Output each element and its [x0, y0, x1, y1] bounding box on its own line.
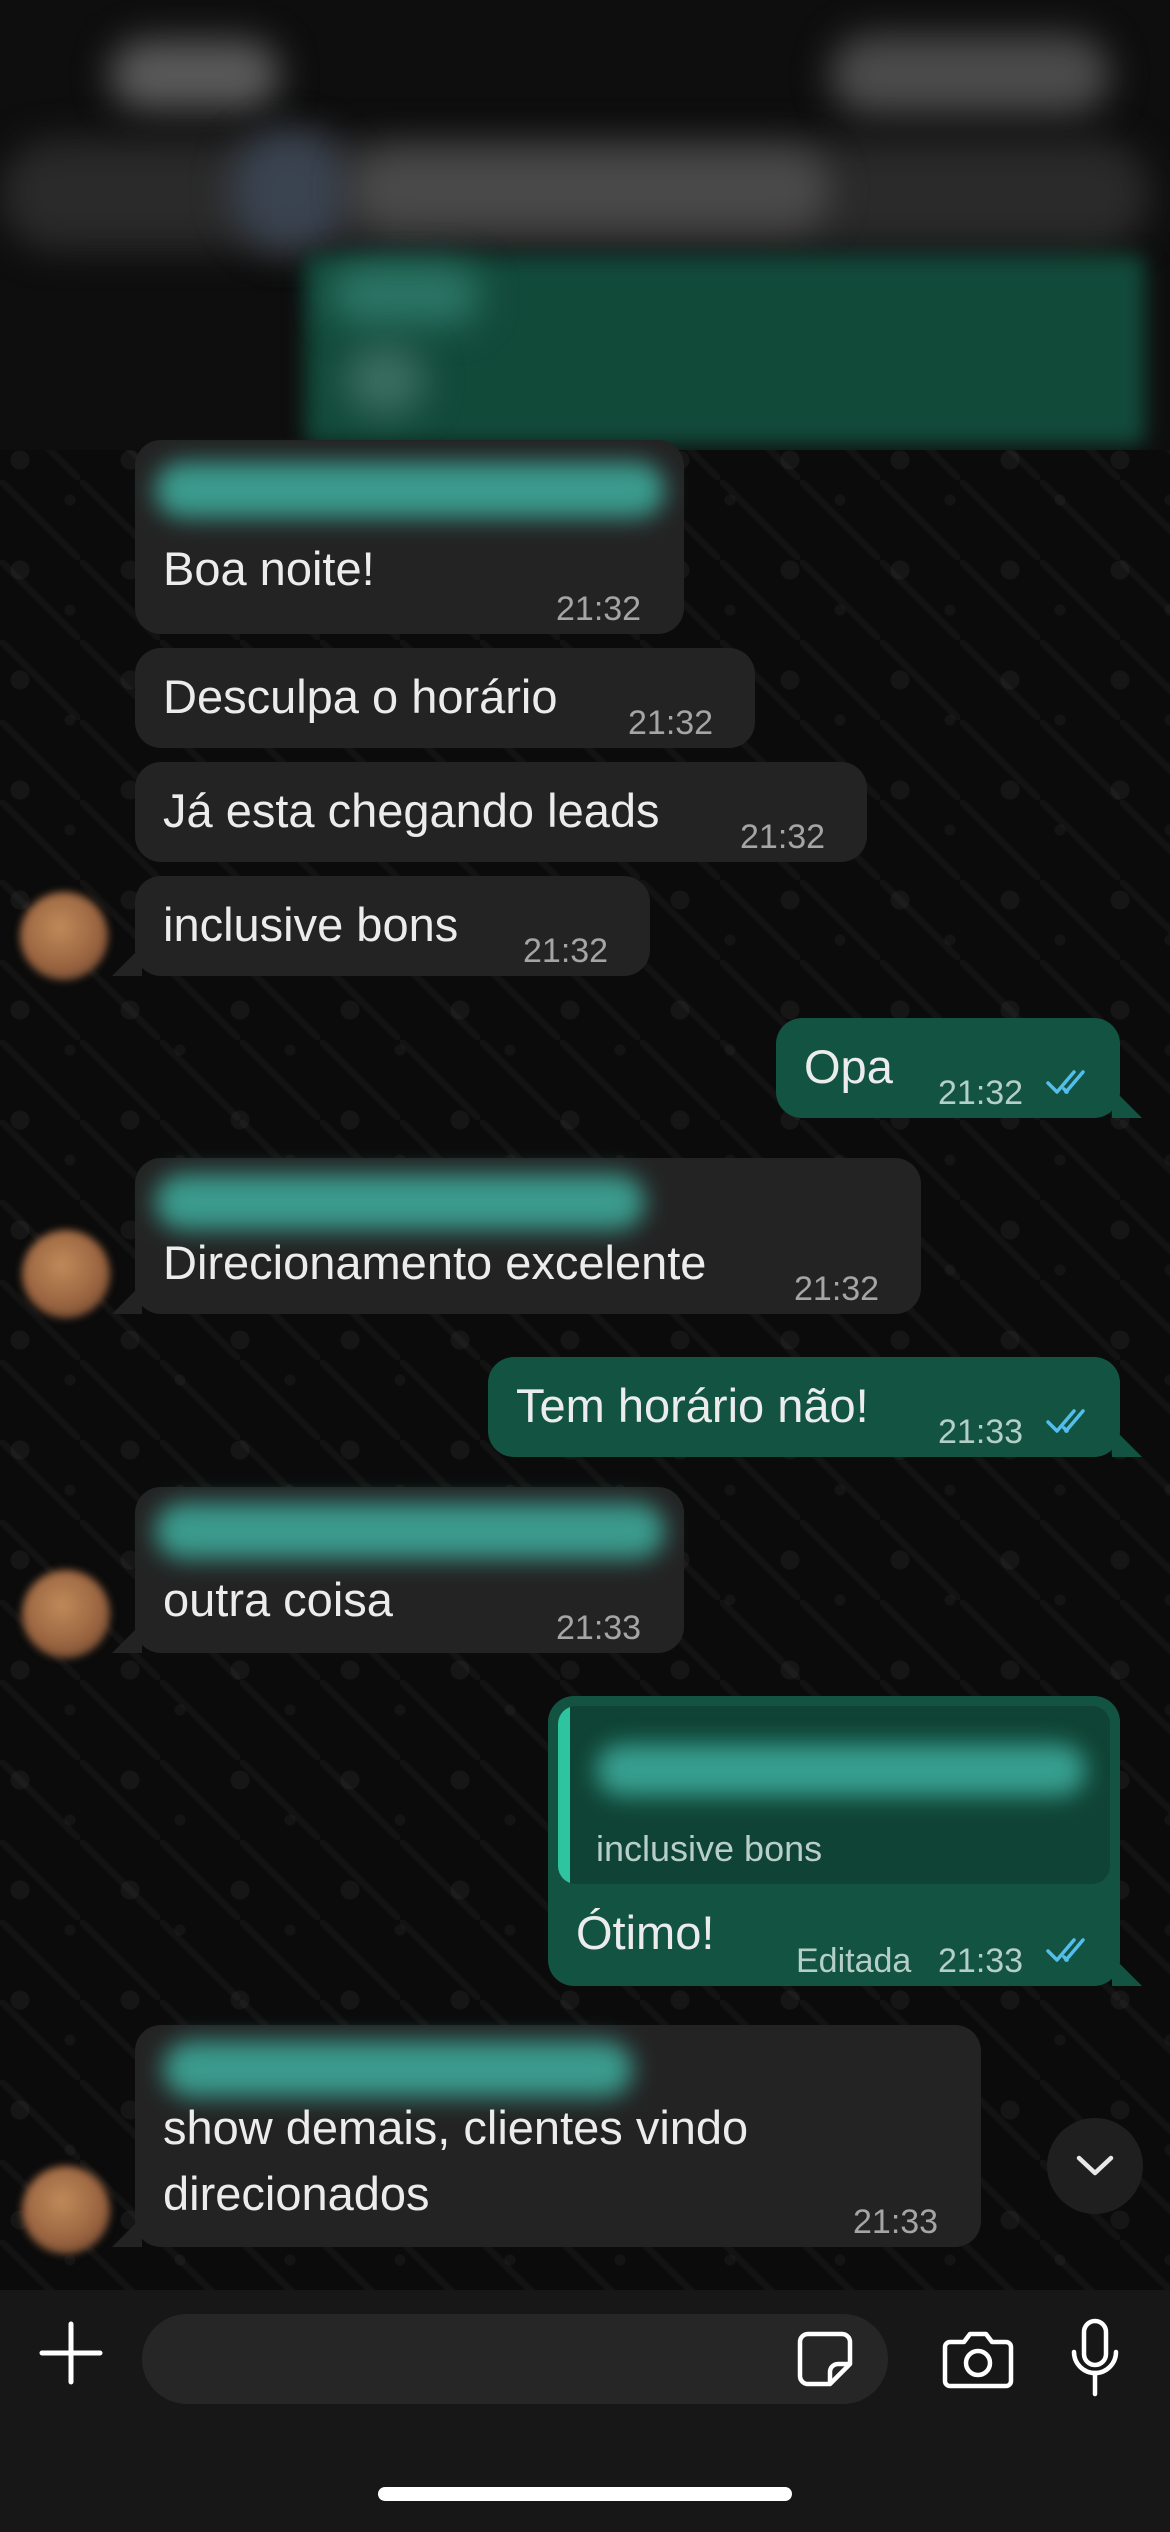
- message-bubble-outgoing[interactable]: Opa 21:32: [776, 1018, 1120, 1118]
- edited-label: Editada: [796, 1942, 912, 1980]
- contact-name[interactable]: [350, 150, 830, 230]
- reply-quote[interactable]: inclusive bons: [558, 1706, 1110, 1884]
- plus-icon[interactable]: [38, 2320, 104, 2386]
- reply-quote-bar: [558, 1706, 570, 1884]
- sender-name[interactable]: [155, 1503, 665, 1559]
- camera-icon[interactable]: [942, 2326, 1014, 2390]
- chat-header: [0, 0, 1170, 450]
- double-check-icon: [1046, 1409, 1085, 1433]
- message-bubble-outgoing[interactable]: Tem horário não! 21:33: [488, 1357, 1120, 1457]
- double-check-icon: [1046, 1070, 1085, 1094]
- sender-name[interactable]: [155, 1174, 645, 1230]
- message-input[interactable]: [142, 2314, 888, 2404]
- home-indicator[interactable]: [378, 2487, 792, 2501]
- status-bar-time: [110, 40, 280, 110]
- message-bubble-incoming[interactable]: show demais, clientes vindo direcionados…: [135, 2025, 981, 2247]
- message-time: 21:32: [938, 1074, 1024, 1112]
- microphone-icon[interactable]: [1068, 2318, 1122, 2398]
- sender-avatar[interactable]: [20, 892, 108, 980]
- message-time: 21:32: [523, 932, 609, 970]
- message-text: Desculpa o horário: [163, 670, 558, 723]
- sender-avatar[interactable]: [22, 1230, 110, 1318]
- message-bubble-incoming[interactable]: Boa noite! 21:32: [135, 440, 684, 634]
- message-text: Direcionamento excelente: [163, 1236, 707, 1289]
- message-bubble-incoming[interactable]: Já esta chegando leads 21:32: [135, 762, 867, 862]
- message-time: 21:32: [628, 704, 714, 742]
- message-text: Já esta chegando leads: [163, 784, 660, 837]
- message-text-line-1: show demais, clientes vindo: [163, 2101, 749, 2154]
- sender-avatar[interactable]: [22, 2166, 110, 2254]
- message-time: 21:33: [853, 2203, 939, 2241]
- message-text: Boa noite!: [163, 542, 375, 595]
- reply-quote-sender: [596, 1744, 1086, 1796]
- message-bubble-incoming[interactable]: Desculpa o horário 21:32: [135, 648, 755, 748]
- message-bubble-incoming[interactable]: inclusive bons 21:32: [135, 876, 650, 976]
- sender-avatar[interactable]: [22, 1570, 110, 1658]
- message-bubble-incoming[interactable]: outra coisa 21:33: [135, 1487, 684, 1653]
- message-text-line-2: direcionados: [163, 2167, 430, 2220]
- message-text: Tem horário não!: [516, 1379, 869, 1432]
- message-time: 21:33: [938, 1413, 1024, 1451]
- message-time: 21:32: [794, 1270, 880, 1308]
- sticker-icon[interactable]: [796, 2330, 854, 2388]
- pinned-message-text: [345, 345, 425, 415]
- message-time: 21:32: [740, 818, 826, 856]
- message-text: inclusive bons: [163, 898, 459, 951]
- message-time: 21:33: [556, 1609, 642, 1647]
- chevron-down-icon: [1076, 2155, 1114, 2176]
- message-text: Ótimo!: [576, 1906, 715, 1959]
- sender-name[interactable]: [163, 2041, 633, 2097]
- message-text: outra coisa: [163, 1573, 393, 1626]
- message-time: 21:32: [556, 590, 642, 628]
- message-text: Opa: [804, 1040, 893, 1093]
- reply-quote-text: inclusive bons: [596, 1828, 823, 1869]
- contact-avatar[interactable]: [230, 130, 350, 250]
- message-bubble-outgoing[interactable]: inclusive bons Ótimo! Editada 21:33: [548, 1696, 1120, 1986]
- status-bar-indicators: [830, 35, 1110, 115]
- sender-name[interactable]: [155, 462, 665, 518]
- pinned-message-sender: [330, 265, 480, 325]
- message-bubble-incoming[interactable]: Direcionamento excelente 21:32: [135, 1158, 921, 1314]
- double-check-icon: [1046, 1938, 1085, 1962]
- message-time: 21:33: [938, 1942, 1024, 1980]
- scroll-to-bottom-button[interactable]: [1047, 2118, 1143, 2214]
